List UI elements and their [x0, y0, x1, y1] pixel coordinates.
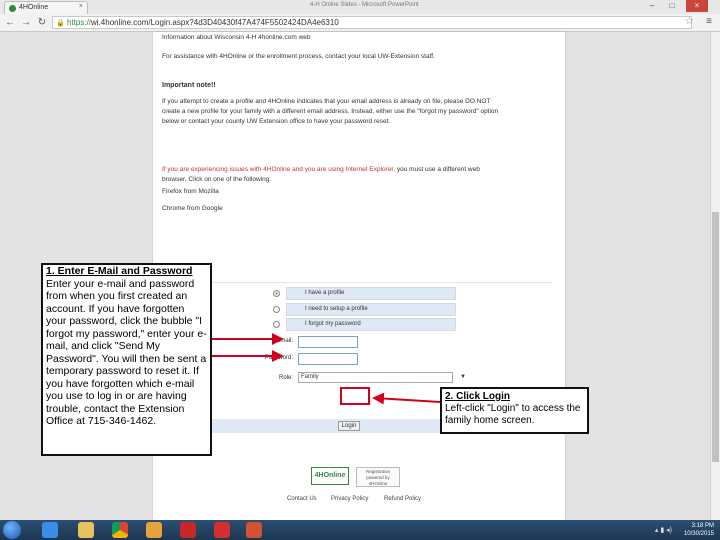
browser-tab[interactable]: 4HOnline ×: [4, 1, 88, 14]
radio-label: I forgot my password: [305, 321, 361, 327]
url-text: wi.4honline.com/Login.aspx?4d3D40430f47A…: [91, 18, 339, 27]
callout-enter-credentials: 1. Enter E-Mail and Password Enter your …: [41, 263, 212, 456]
back-arrow-icon[interactable]: ←: [4, 16, 16, 29]
refund-policy-link[interactable]: Refund Policy: [384, 496, 421, 502]
4honline-favicon-icon: [9, 5, 16, 12]
callout1-title: 1. Enter E-Mail and Password: [46, 265, 193, 277]
email-field[interactable]: [298, 336, 358, 348]
powerpoint-icon[interactable]: [246, 522, 262, 538]
maximize-icon[interactable]: □: [664, 0, 680, 12]
start-button-icon[interactable]: [3, 521, 21, 539]
radio-label: I need to setup a profile: [305, 306, 368, 312]
login-button[interactable]: Login: [338, 421, 360, 431]
important-body-3: below or contact your county UW Extensio…: [162, 118, 391, 125]
callout-click-login: 2. Click Login Left-click "Login" to acc…: [440, 387, 589, 434]
ie-warning-rest: you must use a different web: [395, 166, 480, 173]
important-heading: Important note!!: [162, 82, 216, 89]
browser-toolbar: ← → ↻ 🔒 https://wi.4honline.com/Login.as…: [0, 14, 720, 32]
assistance-line: For assistance with 4HOnline or the enro…: [162, 53, 435, 60]
radio-selected-icon[interactable]: [273, 290, 280, 297]
role-select[interactable]: Family ▼: [298, 372, 466, 383]
important-body-2: create a new profile for your family wit…: [162, 108, 499, 115]
privacy-policy-link[interactable]: Privacy Policy: [331, 496, 368, 502]
radio-forgot-password[interactable]: I forgot my password: [273, 318, 456, 331]
important-body-1: If you attempt to create a profile and 4…: [162, 98, 491, 105]
minimize-icon[interactable]: –: [644, 0, 660, 12]
firefox-link[interactable]: Firefox from Mozilla: [162, 187, 557, 197]
ie-warning-red: If you are experiencing issues with 4HOn…: [162, 166, 396, 173]
file-explorer-icon[interactable]: [78, 522, 94, 538]
callout2-body: Left-click "Login" to access the family …: [445, 403, 581, 426]
browser-titlebar: 4HOnline × 4-H Online Slides - Microsoft…: [0, 0, 720, 14]
email-label: Email:: [276, 338, 293, 344]
ie-warning: If you are experiencing issues with 4HOn…: [162, 165, 557, 175]
clock[interactable]: 3:18 PM 10/30/2015: [684, 522, 714, 538]
internet-explorer-icon[interactable]: [42, 522, 58, 538]
role-value: Family: [301, 374, 319, 380]
paint-icon[interactable]: [146, 522, 162, 538]
browser-menu-icon[interactable]: ≡: [706, 16, 712, 27]
acrobat-icon[interactable]: [180, 522, 196, 538]
registration-badge: Registration powered by 4HOnline: [356, 467, 400, 487]
login-page: Information about Wisconsin 4-H 4honline…: [153, 32, 565, 520]
windows-taskbar: ▴ ▮ ◂) 3:18 PM 10/30/2015: [0, 520, 720, 540]
system-tray-icons[interactable]: ▴ ▮ ◂): [655, 526, 672, 534]
close-window-icon[interactable]: ×: [686, 0, 708, 12]
login-highlight-box: [340, 387, 370, 405]
chrome-link[interactable]: Chrome from Google: [162, 204, 557, 214]
role-label: Role:: [278, 375, 293, 381]
scrollbar-thumb[interactable]: [712, 212, 719, 462]
password-field[interactable]: [298, 353, 358, 365]
address-bar[interactable]: 🔒 https://wi.4honline.com/Login.aspx?4d3…: [52, 16, 692, 29]
tab-title: 4HOnline: [19, 4, 49, 11]
lock-icon: 🔒: [56, 20, 65, 27]
password-label: Password:: [264, 355, 293, 361]
reload-icon[interactable]: ↻: [36, 16, 48, 29]
bookmark-star-icon[interactable]: ☆: [685, 16, 694, 27]
radio-icon[interactable]: [273, 306, 280, 313]
clock-date: 10/30/2015: [683, 531, 714, 537]
contact-us-link[interactable]: Contact Us: [287, 496, 317, 502]
radio-label: I have a profile: [305, 290, 345, 296]
chrome-icon[interactable]: [112, 522, 128, 538]
dropdown-arrow-icon[interactable]: ▼: [460, 373, 466, 382]
ie-warning-line2: browser. Click on one of the following:: [162, 176, 272, 183]
close-tab-icon[interactable]: ×: [79, 3, 83, 10]
radio-icon[interactable]: [273, 321, 280, 328]
info-line: Information about Wisconsin 4-H 4honline…: [162, 34, 311, 41]
callout2-title: 2. Click Login: [445, 391, 511, 402]
4honline-logo: 4HOnline: [311, 467, 349, 485]
page-scrollbar[interactable]: [710, 32, 720, 520]
url-scheme: https://: [67, 18, 92, 27]
acrobat-reader-icon[interactable]: [214, 522, 230, 538]
window-title: 4-H Online Slides - Microsoft PowerPoint: [310, 2, 419, 8]
callout1-body: Enter your e-mail and password from when…: [46, 277, 207, 428]
radio-have-profile[interactable]: I have a profile: [273, 287, 456, 300]
clock-time: 3:18 PM: [691, 523, 714, 529]
radio-setup-profile[interactable]: I need to setup a profile: [273, 303, 456, 316]
forward-arrow-icon[interactable]: →: [20, 16, 32, 29]
